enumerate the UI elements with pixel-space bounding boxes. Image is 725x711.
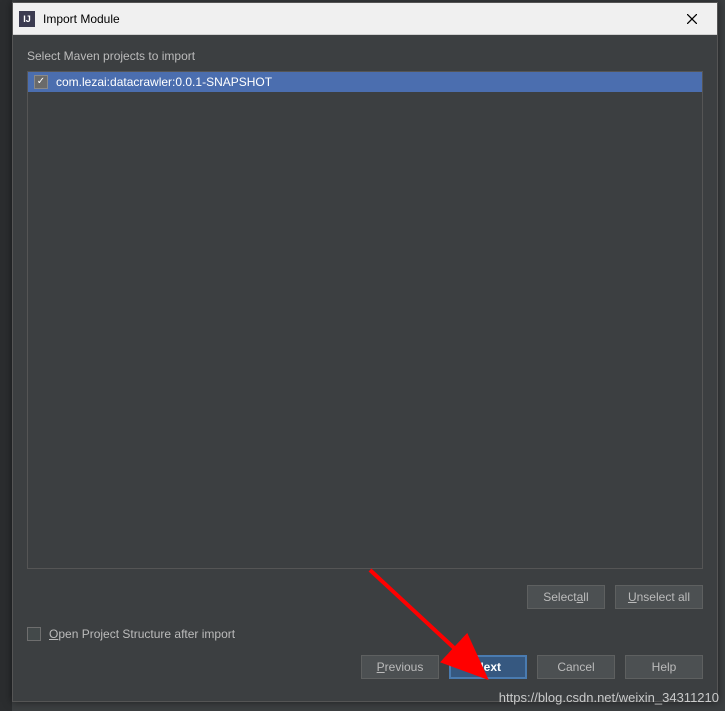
project-item[interactable]: com.lezai:datacrawler:0.0.1-SNAPSHOT xyxy=(28,72,702,92)
footer-buttons: Previous Next Cancel Help xyxy=(27,655,703,691)
watermark: https://blog.csdn.net/weixin_34311210 xyxy=(499,690,719,705)
next-button[interactable]: Next xyxy=(449,655,527,679)
project-label: com.lezai:datacrawler:0.0.1-SNAPSHOT xyxy=(56,75,272,89)
dialog-title: Import Module xyxy=(43,12,671,26)
projects-list[interactable]: com.lezai:datacrawler:0.0.1-SNAPSHOT xyxy=(27,71,703,569)
open-structure-row: Open Project Structure after import xyxy=(27,627,703,641)
close-button[interactable] xyxy=(671,5,713,33)
dialog-content: Select Maven projects to import com.leza… xyxy=(13,35,717,701)
open-structure-checkbox[interactable] xyxy=(27,627,41,641)
project-checkbox[interactable] xyxy=(34,75,48,89)
select-row: Select all Unselect all xyxy=(27,585,703,609)
cancel-button[interactable]: Cancel xyxy=(537,655,615,679)
unselect-all-button[interactable]: Unselect all xyxy=(615,585,703,609)
close-icon xyxy=(687,14,697,24)
titlebar: IJ Import Module xyxy=(13,3,717,35)
help-button[interactable]: Help xyxy=(625,655,703,679)
previous-button[interactable]: Previous xyxy=(361,655,439,679)
section-label: Select Maven projects to import xyxy=(27,49,703,63)
intellij-icon: IJ xyxy=(19,11,35,27)
import-module-dialog: IJ Import Module Select Maven projects t… xyxy=(12,2,718,702)
background-sidebar xyxy=(0,0,12,711)
select-all-button[interactable]: Select all xyxy=(527,585,605,609)
open-structure-label: Open Project Structure after import xyxy=(49,627,235,641)
